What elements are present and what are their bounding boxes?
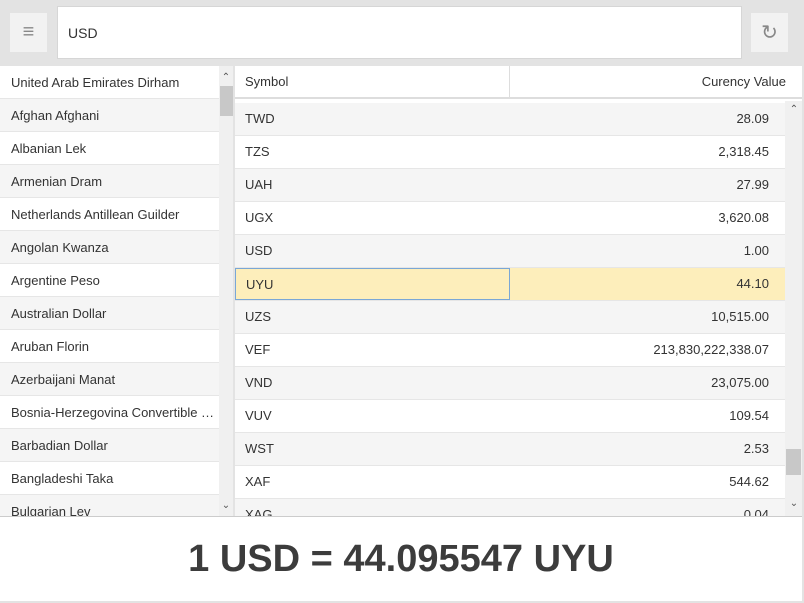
table-row[interactable]: UZS 10,515.00: [235, 301, 785, 334]
list-item[interactable]: Netherlands Antillean Guilder: [0, 198, 219, 231]
header-symbol[interactable]: Symbol: [235, 66, 510, 97]
table-row[interactable]: WST 2.53: [235, 433, 785, 466]
table-row[interactable]: TWD 28.09: [235, 103, 785, 136]
list-item[interactable]: Azerbaijani Manat: [0, 363, 219, 396]
scroll-down-icon[interactable]: ⌄: [219, 500, 233, 511]
table-row[interactable]: XAG 0.04: [235, 499, 785, 516]
list-item[interactable]: Argentine Peso: [0, 264, 219, 297]
symbol-cell[interactable]: VUV: [235, 400, 510, 432]
table-header: Symbol Curency Value: [235, 66, 802, 99]
header-value[interactable]: Curency Value: [510, 66, 802, 97]
table-row[interactable]: TZS 2,318.45: [235, 136, 785, 169]
currency-list: United Arab Emirates Dirham Afghan Afghan…: [0, 66, 233, 516]
symbol-cell[interactable]: UYU: [235, 268, 510, 300]
symbol-cell[interactable]: XAF: [235, 466, 510, 498]
table-row[interactable]: UAH 27.99: [235, 169, 785, 202]
refresh-button[interactable]: ↻: [751, 13, 788, 52]
list-item[interactable]: Bulgarian Lev: [0, 495, 219, 516]
menu-button[interactable]: ≡: [10, 13, 47, 52]
list-item[interactable]: Bangladeshi Taka: [0, 462, 219, 495]
list-item[interactable]: Barbadian Dollar: [0, 429, 219, 462]
scroll-down-icon[interactable]: ⌄: [787, 498, 801, 509]
table-row[interactable]: VND 23,075.00: [235, 367, 785, 400]
table-row[interactable]: VEF 213,830,222,338.07: [235, 334, 785, 367]
table-row[interactable]: XAF 544.62: [235, 466, 785, 499]
value-cell[interactable]: 10,515.00: [510, 301, 785, 333]
table-scrollbar-thumb[interactable]: [786, 449, 801, 475]
list-item[interactable]: Albanian Lek: [0, 132, 219, 165]
value-cell[interactable]: 27.99: [510, 169, 785, 201]
table-row[interactable]: VUV 109.54: [235, 400, 785, 433]
value-cell[interactable]: 109.54: [510, 400, 785, 432]
symbol-cell[interactable]: VEF: [235, 334, 510, 366]
value-cell[interactable]: 3,620.08: [510, 202, 785, 234]
list-scrollbar[interactable]: [219, 66, 233, 516]
symbol-cell[interactable]: UGX: [235, 202, 510, 234]
symbol-cell[interactable]: UAH: [235, 169, 510, 201]
symbol-cell[interactable]: USD: [235, 235, 510, 267]
symbol-cell[interactable]: TWD: [235, 103, 510, 135]
refresh-icon: ↻: [761, 22, 778, 44]
value-cell[interactable]: 2,318.45: [510, 136, 785, 168]
value-cell[interactable]: 44.10: [510, 268, 785, 300]
table-row[interactable]: USD 1.00: [235, 235, 785, 268]
value-cell[interactable]: 1.00: [510, 235, 785, 267]
conversion-result: 1 USD = 44.095547 UYU: [0, 516, 802, 601]
currency-table: Symbol Curency Value TWD 28.09 TZS 2,318.45…: [235, 66, 802, 516]
list-item[interactable]: United Arab Emirates Dirham: [0, 66, 219, 99]
list-item[interactable]: Afghan Afghani: [0, 99, 219, 132]
list-item[interactable]: Armenian Dram: [0, 165, 219, 198]
value-cell[interactable]: 28.09: [510, 103, 785, 135]
table-row[interactable]: UYU 44.10: [235, 268, 785, 301]
scroll-up-icon[interactable]: ⌃: [787, 104, 801, 115]
symbol-cell[interactable]: XAG: [235, 499, 510, 516]
scroll-up-icon[interactable]: ⌃: [219, 72, 233, 83]
symbol-cell[interactable]: UZS: [235, 301, 510, 333]
value-cell[interactable]: 2.53: [510, 433, 785, 465]
symbol-cell[interactable]: TZS: [235, 136, 510, 168]
value-cell[interactable]: 0.04: [510, 499, 785, 516]
value-cell[interactable]: 213,830,222,338.07: [510, 334, 785, 366]
list-item[interactable]: Angolan Kwanza: [0, 231, 219, 264]
symbol-cell[interactable]: VND: [235, 367, 510, 399]
currency-input[interactable]: [57, 6, 742, 59]
list-item[interactable]: Australian Dollar: [0, 297, 219, 330]
value-cell[interactable]: 23,075.00: [510, 367, 785, 399]
list-item[interactable]: Bosnia-Herzegovina Convertible Mark: [0, 396, 219, 429]
symbol-cell[interactable]: WST: [235, 433, 510, 465]
list-item[interactable]: Aruban Florin: [0, 330, 219, 363]
hamburger-icon: ≡: [22, 21, 35, 43]
table-row[interactable]: UGX 3,620.08: [235, 202, 785, 235]
value-cell[interactable]: 544.62: [510, 466, 785, 498]
list-scrollbar-thumb[interactable]: [220, 86, 233, 116]
